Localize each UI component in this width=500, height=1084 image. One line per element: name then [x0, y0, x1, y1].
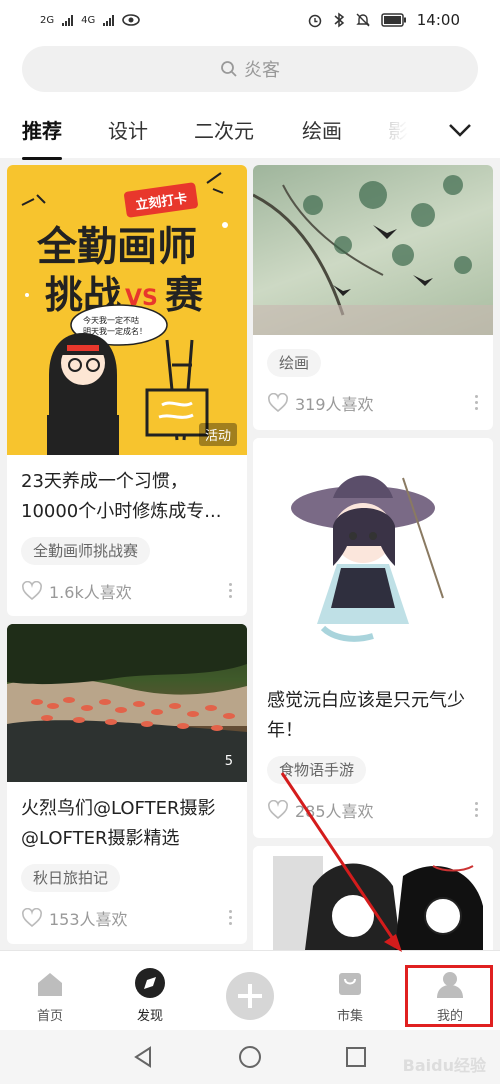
image-count-badge: 5	[224, 754, 233, 769]
home-icon	[38, 973, 62, 996]
post-card-4[interactable]: 感觉沅白应该是只元气少年！ 食物语手游 285人喜欢	[253, 438, 493, 838]
post-tag[interactable]: 秋日旅拍记	[21, 864, 121, 892]
status-left: 2G 4G	[40, 14, 141, 26]
like-button[interactable]: 285人喜欢	[267, 798, 374, 822]
heart-icon	[268, 800, 288, 820]
status-right: 14:00	[307, 11, 460, 29]
signal-2-icon	[103, 14, 115, 26]
system-nav-bar: Baidu经验	[0, 1030, 500, 1084]
post-image[interactable]: 立刻打卡 全勤画师 挑战 VS 赛 今天我一定不咕 明天我一定成名！ 活动	[7, 165, 247, 455]
home-circle-icon[interactable]	[238, 1045, 262, 1069]
more-options-icon[interactable]	[473, 395, 479, 410]
plus-icon	[226, 972, 274, 1020]
post-image[interactable]	[253, 438, 493, 668]
status-bar: 2G 4G 14:00	[0, 0, 500, 40]
recents-icon[interactable]	[345, 1046, 367, 1068]
challenge-poster-art: 立刻打卡 全勤画师 挑战 VS 赛 今天我一定不咕 明天我一定成名！	[21, 172, 228, 455]
post-tag[interactable]: 绘画	[267, 349, 322, 377]
network-1-label: 2G	[40, 14, 55, 26]
profile-highlight-box	[405, 965, 493, 1027]
feed: 立刻打卡 全勤画师 挑战 VS 赛 今天我一定不咕 明天我一定成名！ 活动 23…	[0, 158, 500, 950]
manga-art	[273, 856, 483, 950]
poster-line2b: 赛	[165, 273, 204, 317]
heart-icon	[22, 581, 42, 601]
chibi-character-art	[291, 475, 444, 642]
tab-design[interactable]: 设计	[108, 115, 148, 144]
more-options-icon[interactable]	[227, 910, 233, 925]
poster-bubble-line1: 今天我一定不咕	[83, 315, 139, 325]
nav-market[interactable]: 市集	[310, 951, 390, 1031]
nav-discover[interactable]: 发现	[110, 951, 190, 1031]
chevron-down-icon	[449, 124, 471, 137]
more-options-icon[interactable]	[227, 583, 233, 598]
post-badge: 活动	[198, 423, 237, 446]
like-count: 319人喜欢	[295, 395, 374, 414]
bluetooth-icon	[334, 12, 344, 28]
clock: 14:00	[416, 11, 460, 29]
battery-icon	[381, 13, 406, 27]
post-image[interactable]	[253, 165, 493, 335]
network-2-label: 4G	[81, 14, 96, 26]
header: 炎客 推荐 设计 二次元 绘画 影视	[0, 40, 500, 160]
like-button[interactable]: 153人喜欢	[21, 906, 128, 930]
eye-icon	[122, 14, 141, 26]
poster-line1: 全勤画师	[36, 224, 197, 270]
post-title[interactable]: 23天养成一个习惯，10000个小时修炼成专...	[21, 467, 233, 527]
post-title[interactable]: 感觉沅白应该是只元气少年！	[267, 686, 479, 746]
back-icon[interactable]	[132, 1046, 154, 1068]
like-count: 1.6k人喜欢	[49, 583, 132, 602]
nav-home-label: 首页	[36, 1009, 63, 1024]
tab-recommend[interactable]: 推荐	[22, 115, 62, 160]
more-options-icon[interactable]	[473, 802, 479, 817]
like-button[interactable]: 1.6k人喜欢	[21, 579, 132, 603]
swallow-painting	[253, 175, 493, 335]
like-button[interactable]: 319人喜欢	[267, 391, 374, 415]
nav-home[interactable]: 首页	[10, 951, 90, 1031]
post-image[interactable]	[253, 846, 493, 950]
post-tag[interactable]: 食物语手游	[267, 756, 367, 784]
post-tag[interactable]: 全勤画师挑战赛	[21, 537, 151, 565]
nav-market-label: 市集	[336, 1009, 363, 1024]
post-image[interactable]: 5	[7, 624, 247, 782]
watermark: Baidu经验	[402, 1056, 486, 1075]
expand-tabs-button[interactable]	[440, 110, 480, 150]
heart-icon	[22, 908, 42, 928]
post-card-3[interactable]: 绘画 319人喜欢	[253, 165, 493, 430]
post-title[interactable]: 火烈鸟们@LOFTER摄影 @LOFTER摄影精选	[21, 794, 233, 854]
tab-fade	[360, 110, 430, 150]
flamingo-photo	[7, 624, 247, 782]
category-tabs: 推荐 设计 二次元 绘画 影视	[0, 110, 500, 160]
market-bag-icon	[339, 973, 361, 995]
search-placeholder: 炎客	[244, 60, 280, 81]
tab-anime[interactable]: 二次元	[194, 115, 254, 144]
compass-icon	[135, 968, 165, 998]
post-card-1[interactable]: 立刻打卡 全勤画师 挑战 VS 赛 今天我一定不咕 明天我一定成名！ 活动 23…	[7, 165, 247, 616]
search-icon	[221, 61, 237, 77]
like-count: 153人喜欢	[49, 910, 128, 929]
nav-discover-label: 发现	[136, 1009, 163, 1024]
signal-1-icon	[62, 14, 74, 26]
mute-bell-icon	[356, 13, 370, 27]
heart-icon	[268, 393, 288, 413]
post-card-2[interactable]: 5 火烈鸟们@LOFTER摄影 @LOFTER摄影精选 秋日旅拍记 153人喜欢	[7, 624, 247, 944]
alarm-icon	[308, 14, 322, 28]
tab-painting[interactable]: 绘画	[302, 115, 342, 144]
like-count: 285人喜欢	[295, 802, 374, 821]
nav-create[interactable]	[210, 951, 290, 1031]
post-card-5[interactable]	[253, 846, 493, 950]
search-bar[interactable]: 炎客	[22, 46, 478, 92]
